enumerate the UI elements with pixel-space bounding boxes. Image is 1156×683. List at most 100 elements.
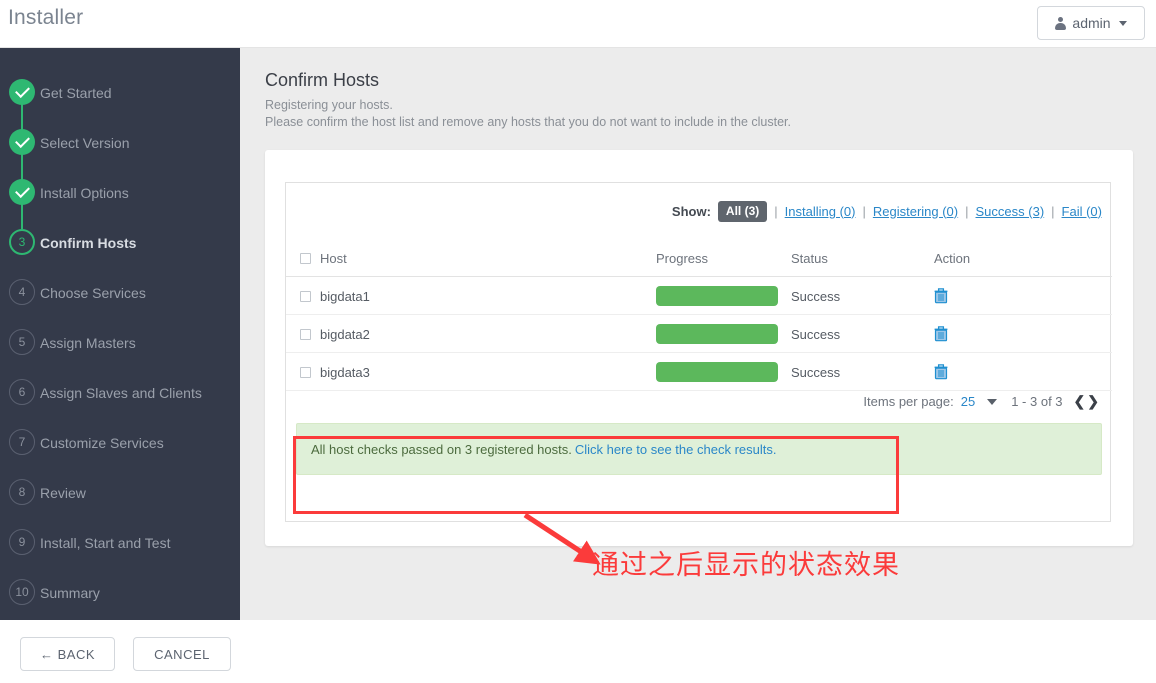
step-check-icon <box>9 179 35 205</box>
filter-fail[interactable]: Fail (0) <box>1062 204 1102 219</box>
sidebar-step-customize-services[interactable]: 7 Customize Services <box>0 418 240 468</box>
cell-status: Success <box>791 364 841 380</box>
hosts-table: Host Progress Status Action bigdata1 Succ… <box>286 239 1112 391</box>
annotation-text: 通过之后显示的状态效果 <box>592 550 900 581</box>
filter-success[interactable]: Success (3) <box>976 204 1045 219</box>
cell-progress <box>656 315 778 353</box>
sidebar-step-label: Confirm Hosts <box>40 235 137 251</box>
step-number-badge: 10 <box>9 579 35 605</box>
footer-bar: ← BACK CANCEL https://blog.csdn.net/toto… <box>0 620 1156 683</box>
step-number-badge: 3 <box>9 229 35 255</box>
row-checkbox-cell <box>300 315 311 353</box>
trash-icon[interactable] <box>934 326 948 342</box>
column-header-action: Action <box>934 250 971 266</box>
table-row: bigdata1 Success <box>286 277 1112 315</box>
sidebar-step-label: Install Options <box>40 185 129 201</box>
host-checks-banner: All host checks passed on 3 registered h… <box>296 423 1102 475</box>
sidebar-step-label: Assign Slaves and Clients <box>40 385 202 401</box>
sidebar-step-label: Customize Services <box>40 435 164 451</box>
step-number-badge: 8 <box>9 479 35 505</box>
items-per-page-label: Items per page: <box>863 394 954 409</box>
sidebar-step-review[interactable]: 8 Review <box>0 468 240 518</box>
sidebar-step-label: Assign Masters <box>40 335 136 351</box>
pagination-range: 1 - 3 of 3 <box>1011 394 1063 409</box>
user-menu-button[interactable]: admin <box>1037 6 1145 40</box>
sidebar-step-choose-services[interactable]: 4 Choose Services <box>0 268 240 318</box>
sidebar-step-label: Review <box>40 485 86 501</box>
table-header-row: Host Progress Status Action <box>286 239 1112 277</box>
wizard-sidebar: Get Started Select Version Install Options… <box>0 48 240 620</box>
step-number-badge: 7 <box>9 429 35 455</box>
page-subtitle-line1: Registering your hosts. <box>265 98 393 112</box>
page-title: Confirm Hosts <box>265 70 380 90</box>
trash-icon[interactable] <box>934 364 948 380</box>
row-checkbox-cell <box>300 277 311 315</box>
progress-bar <box>656 324 778 344</box>
main-content: Confirm Hosts Registering your hosts. Pl… <box>240 48 1156 620</box>
sidebar-step-summary[interactable]: 10 Summary <box>0 568 240 618</box>
installer-page: Installer admin Get Started Select Versio… <box>0 0 1156 683</box>
progress-bar <box>656 286 778 306</box>
items-per-page-dropdown-icon[interactable] <box>987 398 998 405</box>
items-per-page-value[interactable]: 25 <box>961 394 975 409</box>
status-filter-bar: Show: All (3) | Installing (0) | Registe… <box>672 183 1110 239</box>
filter-installing[interactable]: Installing (0) <box>785 204 856 219</box>
cell-status: Success <box>791 288 841 304</box>
sidebar-step-label: Choose Services <box>40 285 146 301</box>
sidebar-step-label: Get Started <box>40 85 112 101</box>
sidebar-step-assign-masters[interactable]: 5 Assign Masters <box>0 318 240 368</box>
cancel-button[interactable]: CANCEL <box>133 637 231 671</box>
cell-host: bigdata1 <box>320 288 370 304</box>
sidebar-step-install-options[interactable]: Install Options <box>0 168 240 218</box>
check-results-link[interactable]: Click here to see the check results. <box>575 442 777 457</box>
sidebar-step-assign-slaves-and-clients[interactable]: 6 Assign Slaves and Clients <box>0 368 240 418</box>
chevron-down-icon <box>1118 20 1127 26</box>
trash-icon[interactable] <box>934 288 948 304</box>
row-checkbox[interactable] <box>300 366 311 378</box>
banner-text: All host checks passed on 3 registered h… <box>311 441 572 457</box>
pagination: Items per page: 25 1 - 3 of 3 ❮ ❯ <box>863 393 1100 410</box>
step-number-badge: 6 <box>9 379 35 405</box>
page-subtitle-line2: Please confirm the host list and remove … <box>265 115 791 129</box>
row-checkbox[interactable] <box>300 328 311 340</box>
cell-status: Success <box>791 326 841 342</box>
table-row: bigdata2 Success <box>286 315 1112 353</box>
filter-separator-2: | <box>862 203 866 219</box>
person-icon <box>1055 16 1067 30</box>
hosts-card: Show: All (3) | Installing (0) | Registe… <box>265 150 1133 546</box>
sidebar-step-label: Summary <box>40 585 100 601</box>
back-button[interactable]: ← BACK <box>20 637 115 671</box>
table-row: bigdata3 Success <box>286 353 1112 391</box>
filter-separator-4: | <box>1051 203 1055 219</box>
step-check-icon <box>9 129 35 155</box>
progress-bar <box>656 362 778 382</box>
pagination-prev-icon[interactable]: ❮ <box>1073 393 1087 410</box>
sidebar-step-install-start-and-test[interactable]: 9 Install, Start and Test <box>0 518 240 568</box>
sidebar-step-confirm-hosts[interactable]: 3 Confirm Hosts <box>0 218 240 268</box>
step-number-badge: 4 <box>9 279 35 305</box>
row-checkbox[interactable] <box>300 290 311 302</box>
cell-host: bigdata2 <box>320 326 370 342</box>
row-checkbox-cell <box>300 353 311 391</box>
filter-registering[interactable]: Registering (0) <box>873 204 958 219</box>
filter-separator-1: | <box>774 203 778 219</box>
column-header-status: Status <box>791 250 828 266</box>
pagination-next-icon[interactable]: ❯ <box>1086 393 1100 410</box>
hosts-panel: Show: All (3) | Installing (0) | Registe… <box>285 182 1112 522</box>
sidebar-step-select-version[interactable]: Select Version <box>0 118 240 168</box>
cell-progress <box>656 353 778 391</box>
step-number-badge: 5 <box>9 329 35 355</box>
cell-action <box>934 353 948 391</box>
sidebar-step-label: Install, Start and Test <box>40 535 171 551</box>
app-title: Installer <box>8 6 84 29</box>
step-number-badge: 9 <box>9 529 35 555</box>
select-all-checkbox[interactable] <box>300 252 311 264</box>
sidebar-step-label: Select Version <box>40 135 130 151</box>
cell-action <box>934 277 948 315</box>
user-menu-label: admin <box>1072 15 1111 31</box>
select-all-checkbox-cell <box>300 239 311 277</box>
sidebar-step-get-started[interactable]: Get Started <box>0 68 240 118</box>
cell-host: bigdata3 <box>320 364 370 380</box>
filter-all[interactable]: All (3) <box>717 200 768 222</box>
top-bar: Installer admin <box>0 0 1156 48</box>
